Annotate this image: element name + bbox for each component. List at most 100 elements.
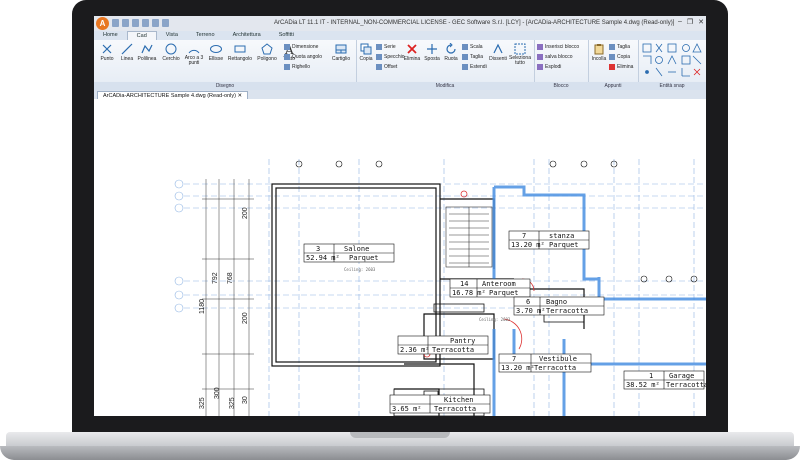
- point-icon: [102, 44, 112, 54]
- ellisse-button[interactable]: Ellisse: [207, 43, 225, 62]
- punto-button[interactable]: Punto: [97, 43, 117, 62]
- serie-button[interactable]: Serie: [376, 44, 396, 50]
- room-garage[interactable]: 1 Garage 38.52 m² Terracotta: [623, 370, 706, 390]
- room-stanza[interactable]: 7 stanza 13.20 m² Parquet: [508, 230, 590, 250]
- floor-plan-drawing[interactable]: 1180 792 768 200 200 325 300 325 30 3 Sa…: [94, 99, 706, 416]
- close-button[interactable]: ✕: [698, 18, 704, 26]
- svg-text:38.52 m²: 38.52 m²: [626, 381, 660, 389]
- quota-angolo-button[interactable]: Quota angolo: [284, 54, 322, 60]
- righello-button[interactable]: Righello: [284, 64, 310, 70]
- group-label-modifica: Modifica: [356, 82, 534, 90]
- room-salone[interactable]: 3 Salone 52.94 m² Parquet Ceiling: 2603: [303, 243, 395, 272]
- tab-architettura[interactable]: Architettura: [224, 31, 270, 40]
- app-logo-icon[interactable]: A: [96, 17, 109, 30]
- insert-block-icon: [537, 44, 543, 50]
- dissenti-button[interactable]: Dissenti: [488, 43, 508, 62]
- rectangle-icon: [234, 45, 246, 53]
- svg-text:Terracotta: Terracotta: [534, 364, 576, 372]
- svg-text:Parquet: Parquet: [489, 289, 519, 297]
- ruota-button[interactable]: Ruota: [442, 43, 460, 62]
- grid-bubbles: [174, 179, 184, 313]
- taglia-button[interactable]: Taglia: [462, 54, 483, 60]
- print-icon[interactable]: [142, 19, 149, 27]
- elimina-clip-button[interactable]: Elimina: [609, 64, 633, 70]
- svg-text:200: 200: [242, 312, 249, 324]
- tab-vista[interactable]: Vista: [157, 31, 187, 40]
- copia-clip-button[interactable]: Copia: [609, 54, 630, 60]
- salva-blocco-button[interactable]: salva blocco: [537, 54, 573, 60]
- room-bagno[interactable]: 6 Bagno 3.70 m² Terracotta: [513, 296, 605, 316]
- undo-icon[interactable]: [152, 19, 159, 27]
- svg-text:Salone: Salone: [344, 245, 369, 253]
- esplodi-button[interactable]: Esplodi: [537, 64, 561, 70]
- svg-text:325: 325: [199, 397, 206, 409]
- polilinea-button[interactable]: Polilinea: [136, 43, 158, 62]
- copy-clip-icon: [609, 54, 615, 60]
- delete-icon: [407, 44, 417, 54]
- minimize-button[interactable]: –: [678, 18, 682, 26]
- tab-home[interactable]: Home: [94, 31, 127, 40]
- taglia-clip-button[interactable]: Taglia: [609, 44, 630, 50]
- poligono-button[interactable]: Poligono: [255, 43, 279, 62]
- copia-button[interactable]: Copia: [358, 43, 374, 62]
- redo-icon[interactable]: [162, 19, 169, 27]
- angle-icon: [284, 54, 290, 60]
- quick-access-toolbar: [112, 19, 169, 27]
- svg-text:300: 300: [214, 387, 221, 399]
- inserisci-blocco-button[interactable]: Inserisci blocco: [537, 44, 579, 50]
- svg-text:30: 30: [242, 396, 249, 404]
- laptop-frame: A ArCADia LT 11.1 IT - INTERNAL_NON-COMM…: [0, 0, 800, 466]
- group-blocco: Inserisci blocco salva blocco Esplodi Bl…: [534, 40, 589, 90]
- elimina-button[interactable]: Elimina: [402, 43, 422, 62]
- circle-icon: [165, 43, 177, 55]
- estendi-button[interactable]: Estendi: [462, 64, 487, 70]
- dimensione-button[interactable]: Dimensione: [284, 44, 318, 50]
- svg-text:2.36 m²: 2.36 m²: [400, 346, 430, 354]
- svg-text:7: 7: [512, 355, 516, 363]
- sposta-button[interactable]: Sposta: [422, 43, 442, 62]
- ellipse-icon: [210, 45, 222, 53]
- room-kitchen[interactable]: Kitchen 3.65 m² Terracotta: [389, 394, 491, 414]
- document-tabs: ArCADia-ARCHITECTURE Sample 4.dwg (Read-…: [94, 90, 706, 100]
- svg-text:Ceiling: 2603: Ceiling: 2603: [344, 267, 376, 272]
- linea-button[interactable]: Linea: [118, 43, 136, 62]
- svg-text:6: 6: [526, 298, 530, 306]
- new-file-icon[interactable]: [112, 19, 119, 27]
- copy-icon: [360, 43, 372, 55]
- tab-terreno[interactable]: Terreno: [187, 31, 224, 40]
- offset-button[interactable]: Offset: [376, 64, 397, 70]
- specchio-button[interactable]: Specchio: [376, 54, 405, 60]
- scala-button[interactable]: Scala: [462, 44, 483, 50]
- app-window: A ArCADia LT 11.1 IT - INTERNAL_NON-COMM…: [94, 16, 706, 416]
- svg-text:stanza: stanza: [549, 232, 574, 240]
- mirror-icon: [376, 54, 382, 60]
- line-icon: [121, 43, 133, 55]
- svg-text:52.94 m²: 52.94 m²: [306, 254, 340, 262]
- delete-clip-icon: [609, 64, 615, 70]
- polyline-icon: [141, 44, 153, 54]
- cerchio-button[interactable]: Cerchio: [160, 43, 182, 62]
- svg-text:200: 200: [242, 207, 249, 219]
- rettangolo-button[interactable]: Rettangolo: [225, 43, 255, 62]
- incolla-button[interactable]: Incolla: [589, 43, 609, 62]
- svg-text:Parquet: Parquet: [349, 254, 379, 262]
- drawing-canvas[interactable]: 1180 792 768 200 200 325 300 325 30 3 Sa…: [94, 99, 706, 416]
- rotate-icon: [446, 43, 456, 54]
- explode-block-icon: [537, 64, 543, 70]
- snap-buttons-grid[interactable]: [642, 43, 702, 79]
- svg-text:Garage: Garage: [669, 372, 694, 380]
- window-title: ArCADia LT 11.1 IT - INTERNAL_NON-COMMER…: [274, 20, 675, 26]
- tab-soffitti[interactable]: Soffitti: [270, 31, 303, 40]
- save-icon[interactable]: [132, 19, 139, 27]
- svg-text:792: 792: [212, 272, 219, 284]
- cartiglio-button[interactable]: Cartiglio: [328, 43, 354, 62]
- arco-button[interactable]: Arco a 3 punti: [181, 43, 207, 66]
- title-block-icon: [335, 44, 347, 54]
- maximize-button[interactable]: ❐: [687, 18, 693, 26]
- open-file-icon[interactable]: [122, 19, 129, 27]
- tab-cad[interactable]: Cad: [126, 31, 157, 40]
- room-vestibule[interactable]: 7 Vestibule 13.20 m² Terracotta: [498, 353, 592, 373]
- room-pantry[interactable]: Pantry 2.36 m² Terracotta: [397, 335, 489, 355]
- seleziona-tutto-button[interactable]: Seleziona tutto: [508, 43, 532, 66]
- array-icon: [376, 44, 382, 50]
